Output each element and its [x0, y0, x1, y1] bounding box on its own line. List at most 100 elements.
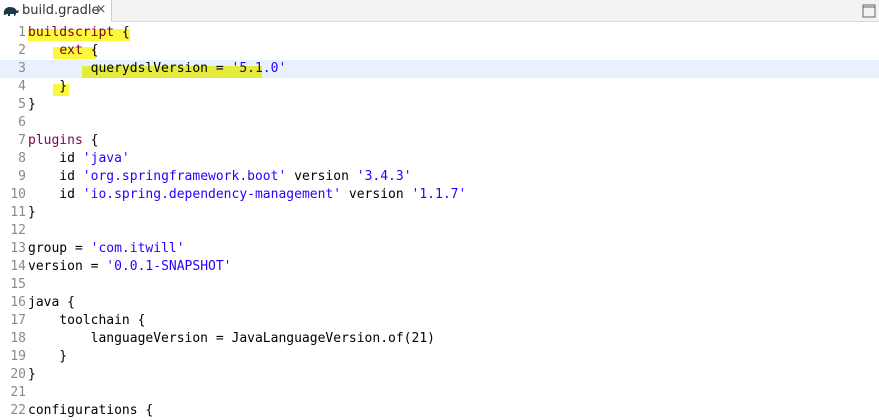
gradle-elephant-icon [3, 7, 19, 16]
string-token: 'com.itwill' [90, 241, 185, 256]
code-token: } [28, 97, 36, 112]
code-text: querydslVersion = '5.1.0' [28, 60, 287, 78]
code-token: languageVersion = JavaLanguageVersion.of… [28, 331, 435, 346]
code-line[interactable]: 1 buildscript { [0, 24, 879, 42]
string-token: 'org.springframework.boot' [82, 169, 287, 184]
code-token: group = [28, 241, 91, 256]
code-token: version = [28, 259, 107, 274]
line-number: 14 [10, 259, 26, 274]
maximize-icon[interactable] [860, 2, 878, 20]
code-token: } [28, 79, 68, 94]
tab-title: build.gradle [22, 3, 100, 18]
code-token: } [28, 349, 68, 364]
code-line[interactable]: 19 } [0, 348, 879, 366]
code-line[interactable]: 11} [0, 204, 879, 222]
code-token: version [286, 169, 357, 184]
line-number: 22 [10, 403, 26, 418]
code-token: { [114, 25, 130, 40]
editor-tab-bar: build.gradle × [0, 0, 879, 22]
code-token: java { [28, 295, 75, 310]
line-number: 20 [10, 367, 26, 382]
code-text: languageVersion = JavaLanguageVersion.of… [28, 330, 435, 348]
line-number: 2 [18, 43, 26, 58]
code-text: toolchain { [28, 312, 145, 330]
line-number: 12 [10, 223, 26, 238]
code-token: { [82, 43, 99, 58]
code-line[interactable]: 14 version = '0.0.1-SNAPSHOT' [0, 258, 879, 276]
code-line[interactable]: 10 id 'io.spring.dependency-management' … [0, 186, 879, 204]
line-number: 7 [18, 133, 26, 148]
string-token: '0.0.1-SNAPSHOT' [106, 259, 232, 274]
line-number: 16 [10, 295, 26, 310]
code-text: group = 'com.itwill' [28, 240, 185, 258]
line-number: 8 [18, 151, 26, 166]
code-line[interactable]: 21 [0, 384, 879, 402]
line-number: 3 [18, 61, 26, 76]
code-editor[interactable]: 1 buildscript {2 ext {3 querydslVersion =… [0, 22, 879, 418]
code-token: } [28, 367, 36, 382]
code-text: } [28, 96, 36, 114]
code-line[interactable]: 18 languageVersion = JavaLanguageVersion… [0, 330, 879, 348]
code-line[interactable]: 15 [0, 276, 879, 294]
line-number: 15 [10, 277, 26, 292]
code-token: configurations { [28, 403, 154, 418]
line-number: 5 [18, 97, 26, 112]
string-token: '3.4.3' [356, 169, 412, 184]
string-token: '1.1.7' [411, 187, 467, 202]
code-line[interactable]: 20} [0, 366, 879, 384]
code-line[interactable]: 12 [0, 222, 879, 240]
code-text: id 'io.spring.dependency-management' ver… [28, 186, 466, 204]
string-token: 'java' [82, 151, 130, 166]
string-token: 'io.spring.dependency-management' [82, 187, 342, 202]
code-text: plugins { [28, 132, 98, 150]
code-token: } [28, 205, 36, 220]
code-text: buildscript { [28, 24, 130, 42]
code-token: id [28, 169, 83, 184]
code-line[interactable]: 8 id 'java' [0, 150, 879, 168]
code-line[interactable]: 2 ext { [0, 42, 879, 60]
code-text: java { [28, 294, 75, 312]
line-number: 19 [10, 349, 26, 364]
keyword-token: ext [59, 43, 83, 58]
code-token: querydslVersion = [28, 61, 232, 76]
code-line[interactable]: 16 java { [0, 294, 879, 312]
code-line[interactable]: 3 querydslVersion = '5.1.0' [0, 60, 879, 78]
keyword-token: buildscript [28, 25, 115, 40]
code-text: configurations { [28, 402, 153, 420]
keyword-token: plugins [28, 133, 83, 148]
code-line[interactable]: 13 group = 'com.itwill' [0, 240, 879, 258]
line-number: 6 [18, 115, 26, 130]
code-token: { [82, 133, 99, 148]
code-token: id [28, 151, 83, 166]
code-text: } [28, 366, 36, 384]
code-text: id 'java' [28, 150, 130, 168]
code-token: id [28, 187, 83, 202]
code-line[interactable]: 7 plugins { [0, 132, 879, 150]
line-number: 10 [10, 187, 26, 202]
code-text: } [28, 78, 67, 96]
string-token: '5.1.0' [231, 61, 287, 76]
line-number: 9 [18, 169, 26, 184]
code-token: toolchain { [28, 313, 146, 328]
tab-build-gradle[interactable]: build.gradle × [0, 0, 112, 22]
code-token: version [341, 187, 412, 202]
code-text: } [28, 348, 67, 366]
code-line[interactable]: 5} [0, 96, 879, 114]
close-icon[interactable]: × [94, 3, 108, 17]
line-number: 13 [10, 241, 26, 256]
line-number: 1 [18, 25, 26, 40]
code-text: } [28, 204, 36, 222]
code-text: id 'org.springframework.boot' version '3… [28, 168, 412, 186]
code-text: version = '0.0.1-SNAPSHOT' [28, 258, 232, 276]
code-line[interactable]: 9 id 'org.springframework.boot' version … [0, 168, 879, 186]
line-number: 18 [10, 331, 26, 346]
line-number: 21 [10, 385, 26, 400]
line-number: 17 [10, 313, 26, 328]
code-text: ext { [28, 42, 98, 60]
code-line[interactable]: 4 } [0, 78, 879, 96]
line-number: 11 [10, 205, 26, 220]
code-line[interactable]: 22 configurations { [0, 402, 879, 420]
code-line[interactable]: 17 toolchain { [0, 312, 879, 330]
code-line[interactable]: 6 [0, 114, 879, 132]
